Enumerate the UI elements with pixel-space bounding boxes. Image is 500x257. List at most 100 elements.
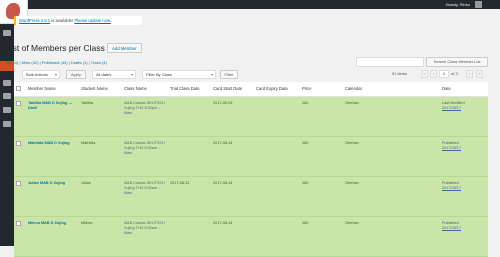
row-checkbox[interactable]	[16, 180, 21, 186]
calendar: German	[345, 100, 359, 105]
view-filters: All (11) | Mine (42) | Published (44) | …	[6, 60, 107, 65]
post-date: Published 2017/08/17	[440, 136, 488, 176]
update-notice: WordPress 4.9.1 is available! Please upd…	[14, 16, 142, 25]
bulk-actions-value: Bulk Actions	[26, 72, 48, 77]
member-name[interactable]: Milena M&B D Xujing	[26, 216, 79, 256]
view-all[interactable]: All (11)	[6, 60, 18, 65]
page-title: List of Members per Class	[6, 43, 105, 53]
table-row[interactable]: Milena M&B D Xujing Milena M&B Classic D…	[14, 216, 488, 256]
prev-page-button[interactable]: ‹	[430, 70, 437, 78]
member-name[interactable]: Tabitha M&B D Xujing — Draft	[26, 96, 79, 136]
trial-date	[168, 96, 211, 136]
class-filter-value: Filter By Class	[146, 72, 172, 77]
price: 160	[302, 140, 309, 145]
tools-icon[interactable]	[3, 121, 11, 127]
total-pages: of 3	[451, 71, 458, 76]
first-page-button[interactable]: «	[421, 70, 428, 78]
apply-button[interactable]: Apply	[66, 70, 86, 79]
admin-bar: Howdy, Rinku	[0, 0, 500, 9]
notice-text: is available!	[50, 18, 75, 23]
class-name: M&B Classic DEUTSCH Xujing THU 9:00am – …	[124, 140, 165, 155]
select-all-checkbox[interactable]	[16, 85, 21, 91]
current-page-input[interactable]: 1	[439, 70, 449, 78]
chevron-down-icon: ▾	[210, 72, 213, 77]
trial-date: 2017-08-31	[170, 180, 190, 185]
view-mine[interactable]: Mine (42)	[22, 60, 39, 65]
table-row[interactable]: Mathilda M&B D Xujing Mathilda M&B Class…	[14, 136, 488, 176]
chevron-down-icon: ▾	[130, 72, 133, 77]
settings-icon[interactable]	[3, 107, 11, 113]
class-filter-select[interactable]: Filter By Class ▾	[142, 70, 216, 79]
calendar: German	[345, 220, 359, 225]
row-select-cell[interactable]	[14, 136, 26, 176]
trial-date	[168, 136, 211, 176]
card-start-date: 2017-08-14	[213, 220, 233, 225]
row-select-cell[interactable]	[14, 176, 26, 216]
row-select-cell[interactable]	[14, 216, 26, 256]
search-input[interactable]	[356, 57, 424, 67]
bulk-actions-select[interactable]: Bulk Actions ▾	[22, 70, 60, 79]
price: 160	[302, 100, 309, 105]
add-member-button[interactable]: Add Member	[107, 43, 142, 53]
dates-select[interactable]: All dates ▾	[92, 70, 136, 79]
col-member-name[interactable]: Member Name	[26, 82, 79, 97]
member-name-link[interactable]: Julian M&B D Xujing	[28, 181, 65, 185]
next-page-button[interactable]: ›	[466, 70, 473, 78]
post-date-value: 2017/08/17	[442, 225, 462, 230]
card-start-date: 2017-08-14	[213, 140, 233, 145]
col-card-start[interactable]: Card Start Date	[211, 82, 254, 97]
table-row[interactable]: Julian M&B D Xujing Julian M&B Classic D…	[14, 176, 488, 216]
trial-date	[168, 216, 211, 256]
calendar: German	[345, 180, 359, 185]
member-name-link[interactable]: Tabitha M&B D Xujing — Draft	[28, 101, 72, 110]
student-name: Tabitha	[81, 100, 94, 105]
post-date-value: 2017/08/17	[442, 105, 462, 110]
member-name[interactable]: Mathilda M&B D Xujing	[26, 136, 79, 176]
filter-button[interactable]: Filter	[220, 70, 238, 79]
card-expiry-date	[254, 176, 300, 216]
post-date: Published 2017/08/17	[440, 216, 488, 256]
card-expiry-date	[254, 216, 300, 256]
col-date[interactable]: Date	[440, 82, 488, 97]
update-now-link[interactable]: Please update now.	[74, 18, 111, 23]
card-start-date: 2017-05-03	[213, 100, 233, 105]
row-checkbox[interactable]	[16, 100, 21, 106]
col-trial-date[interactable]: Trial Class Date	[168, 82, 211, 97]
media-icon[interactable]	[3, 93, 11, 99]
member-name-link[interactable]: Milena M&B D Xujing	[28, 221, 66, 225]
student-name: Julian	[81, 180, 91, 185]
table-row[interactable]: Tabitha M&B D Xujing — Draft Tabitha M&B…	[14, 96, 488, 136]
avatar[interactable]	[475, 1, 482, 8]
view-drafts[interactable]: Drafts (1)	[71, 60, 88, 65]
row-checkbox[interactable]	[16, 140, 21, 146]
search-button[interactable]: Search Class Member List	[426, 57, 488, 67]
price: 160	[302, 220, 309, 225]
dashboard-icon[interactable]	[3, 30, 11, 36]
view-trash[interactable]: Trash (4)	[91, 60, 107, 65]
post-date: Published 2017/08/17	[440, 176, 488, 216]
class-name: M&B Classic DEUTSCH Xujing THU 3:00pm – …	[124, 100, 165, 115]
select-all-cell[interactable]	[14, 82, 26, 97]
student-name: Mathilda	[81, 140, 96, 145]
posts-icon[interactable]	[3, 80, 11, 86]
col-price[interactable]: Price	[300, 82, 343, 97]
member-name-link[interactable]: Mathilda M&B D Xujing	[28, 141, 70, 145]
members-table: Member Name Student Name Class Name Tria…	[14, 82, 488, 257]
row-select-cell[interactable]	[14, 96, 26, 136]
wp-version-link[interactable]: WordPress 4.9.1	[19, 18, 50, 23]
col-card-expiry[interactable]: Card Expiry Date	[254, 82, 300, 97]
col-student-name[interactable]: Student Name	[79, 82, 122, 97]
items-count: 51 items	[392, 71, 408, 76]
post-date: Last Modified 2017/08/17	[440, 96, 488, 136]
row-checkbox[interactable]	[16, 220, 21, 226]
chevron-down-icon: ▾	[54, 72, 57, 77]
last-page-button[interactable]: »	[476, 70, 483, 78]
admin-sidebar	[0, 0, 28, 246]
table-header-row: Member Name Student Name Class Name Tria…	[14, 82, 488, 97]
price: 160	[302, 180, 309, 185]
col-class-name[interactable]: Class Name	[122, 82, 168, 97]
col-calendar[interactable]: Calendar	[343, 82, 440, 97]
view-published[interactable]: Published (44)	[42, 60, 68, 65]
member-name[interactable]: Julian M&B D Xujing	[26, 176, 79, 216]
howdy-text[interactable]: Howdy, Rinku	[446, 2, 470, 7]
